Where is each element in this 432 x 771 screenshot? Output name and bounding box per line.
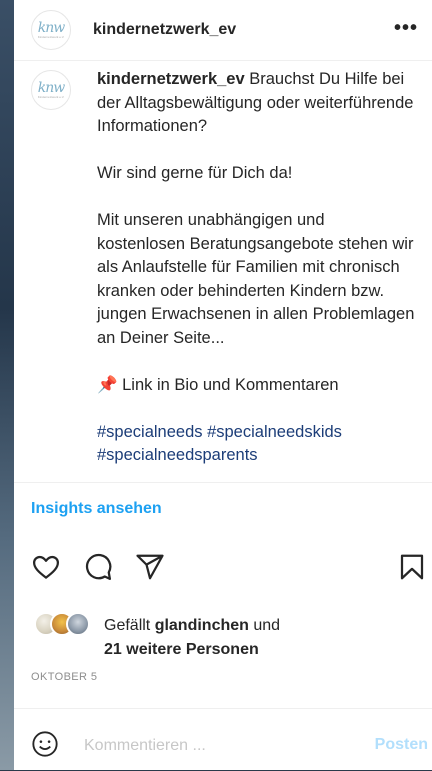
share-icon[interactable] (135, 552, 165, 587)
likes-middle: und (248, 617, 281, 634)
likes-text: Gefällt glandinchen und 21 weitere Person… (104, 614, 280, 662)
bookmark-icon[interactable] (397, 552, 427, 587)
caption-username[interactable]: kindernetzwerk_ev (97, 70, 245, 88)
post-header: knw Kindernetzwerk e.V. kindernetzwerk_e… (14, 0, 432, 61)
comment-icon[interactable] (83, 552, 113, 587)
caption-text: kindernetzwerk_ev Brauchst Du Hilfe bei … (97, 68, 417, 468)
post-comment-button[interactable]: Posten (375, 736, 428, 754)
likes-section: Gefällt glandinchen und 21 weitere Person… (34, 612, 424, 660)
caption-hashtags[interactable]: #specialneeds #specialneedskids #special… (97, 423, 347, 465)
comment-bar: Posten (14, 708, 432, 771)
background-photo (0, 0, 14, 770)
profile-avatar[interactable]: knw Kindernetzwerk e.V. (31, 10, 71, 50)
brand-logo-text: knw (37, 20, 66, 36)
liker-username[interactable]: glandinchen (155, 617, 249, 634)
caption-logo-subtext: Kindernetzwerk e.V. (37, 95, 65, 99)
comment-input[interactable] (82, 736, 366, 756)
post-username[interactable]: kindernetzwerk_ev (93, 21, 236, 39)
brand-logo-subtext: Kindernetzwerk e.V. (37, 35, 65, 39)
heart-icon[interactable] (31, 552, 61, 587)
action-bar (14, 552, 432, 592)
likes-prefix: Gefällt (104, 617, 155, 634)
caption-area[interactable]: knw Kindernetzwerk e.V. kindernetzwerk_e… (14, 60, 432, 483)
caption-body: Brauchst Du Hilfe bei der Alltagsbewälti… (97, 70, 415, 394)
likes-others-link[interactable]: 21 weitere Personen (104, 641, 259, 658)
liker-avatar[interactable] (66, 612, 90, 636)
emoji-icon[interactable] (31, 730, 59, 763)
post-date[interactable]: OKTOBER 5 (31, 671, 97, 683)
caption-avatar[interactable]: knw Kindernetzwerk e.V. (31, 70, 71, 110)
post-detail-panel: knw Kindernetzwerk e.V. kindernetzwerk_e… (14, 0, 432, 770)
insights-link[interactable]: Insights ansehen (31, 500, 162, 518)
caption-logo-text: knw (37, 80, 66, 96)
more-icon[interactable]: ••• (394, 18, 418, 38)
